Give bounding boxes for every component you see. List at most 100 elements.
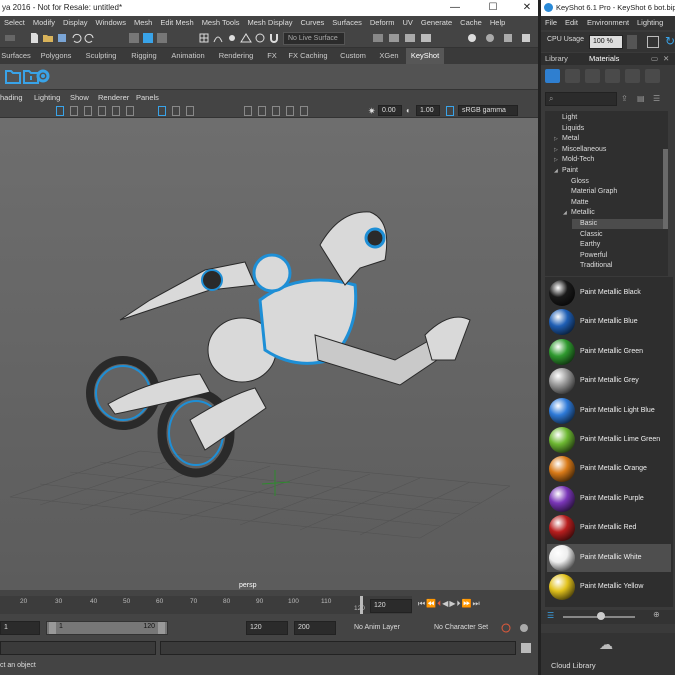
ks-panel-float-icon[interactable]: ▭ xyxy=(651,53,658,65)
tree-item[interactable]: Powerful xyxy=(572,251,607,261)
tree-item[interactable]: Traditional xyxy=(572,261,612,271)
grid-toggle-icon[interactable] xyxy=(56,106,64,116)
playhead[interactable] xyxy=(360,596,363,614)
thumbnail-size-handle[interactable] xyxy=(597,612,605,620)
material-item[interactable]: Paint Metallic Yellow xyxy=(547,573,671,601)
range-start-field[interactable]: 1 xyxy=(0,621,40,635)
gamma-field[interactable]: 1.00 xyxy=(416,105,440,116)
snap-point-icon[interactable] xyxy=(226,32,238,44)
tree-item[interactable]: Earthy xyxy=(572,240,600,250)
folder-icon[interactable]: ▤ xyxy=(637,94,645,103)
shelf-tab-fx-caching[interactable]: FX Caching xyxy=(286,48,330,64)
safe-action-icon[interactable] xyxy=(286,106,294,116)
ks-menu-edit[interactable]: Edit xyxy=(565,16,578,30)
menu-surfaces[interactable]: Surfaces xyxy=(328,16,366,29)
menu-mesh-display[interactable]: Mesh Display xyxy=(243,16,296,29)
tool-settings-icon[interactable] xyxy=(484,32,496,44)
menu-windows[interactable]: Windows xyxy=(92,16,130,29)
magnet-icon[interactable] xyxy=(268,32,280,44)
shelf-tab-polygons[interactable]: Polygons xyxy=(36,48,76,64)
colors-library-icon[interactable] xyxy=(565,69,580,83)
render-view-icon[interactable] xyxy=(372,32,384,44)
tree-item[interactable]: ◢ Paint xyxy=(554,166,578,176)
safe-title-icon[interactable] xyxy=(300,106,308,116)
ipr-render-icon[interactable] xyxy=(404,32,416,44)
shelf-tab-rendering[interactable]: Rendering xyxy=(214,48,258,64)
new-scene-icon[interactable] xyxy=(28,32,40,44)
menu-help[interactable]: Help xyxy=(486,16,509,29)
tree-item[interactable]: ◢ Metallic xyxy=(563,208,595,218)
shadows-icon[interactable] xyxy=(126,106,134,116)
tree-expander-icon[interactable]: ▷ xyxy=(554,155,562,165)
shelf-tab-custom[interactable]: Custom xyxy=(334,48,372,64)
tree-expander-icon[interactable]: ▷ xyxy=(554,134,562,144)
channel-box-icon[interactable] xyxy=(502,32,514,44)
tree-item[interactable]: ▷ Miscellaneous xyxy=(554,145,606,155)
zoom-in-icon[interactable]: ⊕ xyxy=(653,610,660,619)
tree-item[interactable]: Liquids xyxy=(554,124,584,134)
shelf-tab-sculpting[interactable]: Sculpting xyxy=(80,48,122,64)
keyshot-settings-icon[interactable] xyxy=(34,67,52,85)
go-to-end-icon[interactable]: ⏭ xyxy=(472,599,480,608)
wireframe-icon[interactable] xyxy=(70,106,78,116)
cpu-usage-field[interactable]: 100 % xyxy=(589,35,623,49)
snap-grid-icon[interactable] xyxy=(198,32,210,44)
range-handle-right[interactable] xyxy=(158,622,165,634)
current-frame-field[interactable]: 120 xyxy=(370,599,412,613)
material-item[interactable]: Paint Metallic Lime Green xyxy=(547,426,671,454)
menu-edit-mesh[interactable]: Edit Mesh xyxy=(156,16,197,29)
material-item[interactable]: Paint Metallic Blue xyxy=(547,308,671,336)
gate-mask-icon[interactable] xyxy=(258,106,266,116)
anim-layer-dropdown[interactable]: No Anim Layer xyxy=(350,621,422,635)
range-slider[interactable]: 1 120 xyxy=(46,621,168,635)
select-component-icon[interactable] xyxy=(156,32,168,44)
materials-library-icon[interactable] xyxy=(545,69,560,83)
tree-item[interactable]: ▷ Metal xyxy=(554,134,579,144)
xray-icon[interactable] xyxy=(172,106,180,116)
step-forward-key-icon[interactable]: ⏩ xyxy=(461,599,472,608)
menu-display[interactable]: Display xyxy=(59,16,92,29)
keyshot-render-icon[interactable] xyxy=(4,67,22,85)
ks-menu-environment[interactable]: Environment xyxy=(587,16,629,30)
robot-model[interactable] xyxy=(86,211,471,478)
tree-item[interactable]: Light xyxy=(554,113,577,123)
select-hierarchy-icon[interactable] xyxy=(128,32,140,44)
range-handle-left[interactable] xyxy=(49,622,56,634)
textured-icon[interactable] xyxy=(98,106,106,116)
snap-view-icon[interactable] xyxy=(240,32,252,44)
auto-key-icon[interactable] xyxy=(500,622,512,634)
xray-joints-icon[interactable] xyxy=(186,106,194,116)
tree-scrollbar[interactable] xyxy=(663,149,668,229)
material-item[interactable]: Paint Metallic Light Blue xyxy=(547,397,671,425)
tree-expander-icon[interactable]: ▷ xyxy=(554,145,562,155)
ks-menu-file[interactable]: File xyxy=(545,16,557,30)
undo-icon[interactable] xyxy=(70,32,82,44)
pause-icon[interactable] xyxy=(647,36,659,48)
material-item[interactable]: Paint Metallic Black xyxy=(547,279,671,307)
save-scene-icon[interactable] xyxy=(56,32,68,44)
environments-library-icon[interactable] xyxy=(585,69,600,83)
viewport-persp[interactable]: persp xyxy=(0,118,538,590)
ks-panel-close-icon[interactable]: ✕ xyxy=(663,53,669,65)
viewport-menu-lighting[interactable]: Lighting xyxy=(34,92,60,104)
time-ruler[interactable]: 20 30 40 50 60 70 80 90 100 110 120 xyxy=(0,596,412,614)
cpu-dropdown-icon[interactable] xyxy=(627,35,637,49)
menu-uv[interactable]: UV xyxy=(398,16,416,29)
shelf-tab-rigging[interactable]: Rigging xyxy=(126,48,162,64)
open-scene-icon[interactable] xyxy=(42,32,54,44)
minimize-icon[interactable]: — xyxy=(440,0,470,16)
character-set-dropdown[interactable]: No Character Set xyxy=(430,621,496,635)
menu-mesh-tools[interactable]: Mesh Tools xyxy=(198,16,244,29)
library-search-input[interactable]: ⌕ xyxy=(545,92,617,106)
menu-set-dropdown-icon[interactable] xyxy=(4,32,16,44)
shelf-tab-xgen[interactable]: XGen xyxy=(374,48,404,64)
script-editor-icon[interactable] xyxy=(520,642,532,654)
render-frame-icon[interactable] xyxy=(388,32,400,44)
view-options-icon[interactable]: ☰ xyxy=(653,94,660,103)
shelf-tab-keyshot[interactable]: KeyShot xyxy=(406,48,444,64)
menu-generate[interactable]: Generate xyxy=(417,16,456,29)
cloud-library-button[interactable]: ☁ Cloud Library xyxy=(541,633,675,675)
attribute-editor-icon[interactable] xyxy=(466,32,478,44)
redo-icon[interactable] xyxy=(84,32,96,44)
ks-menu-lighting[interactable]: Lighting xyxy=(637,16,663,30)
